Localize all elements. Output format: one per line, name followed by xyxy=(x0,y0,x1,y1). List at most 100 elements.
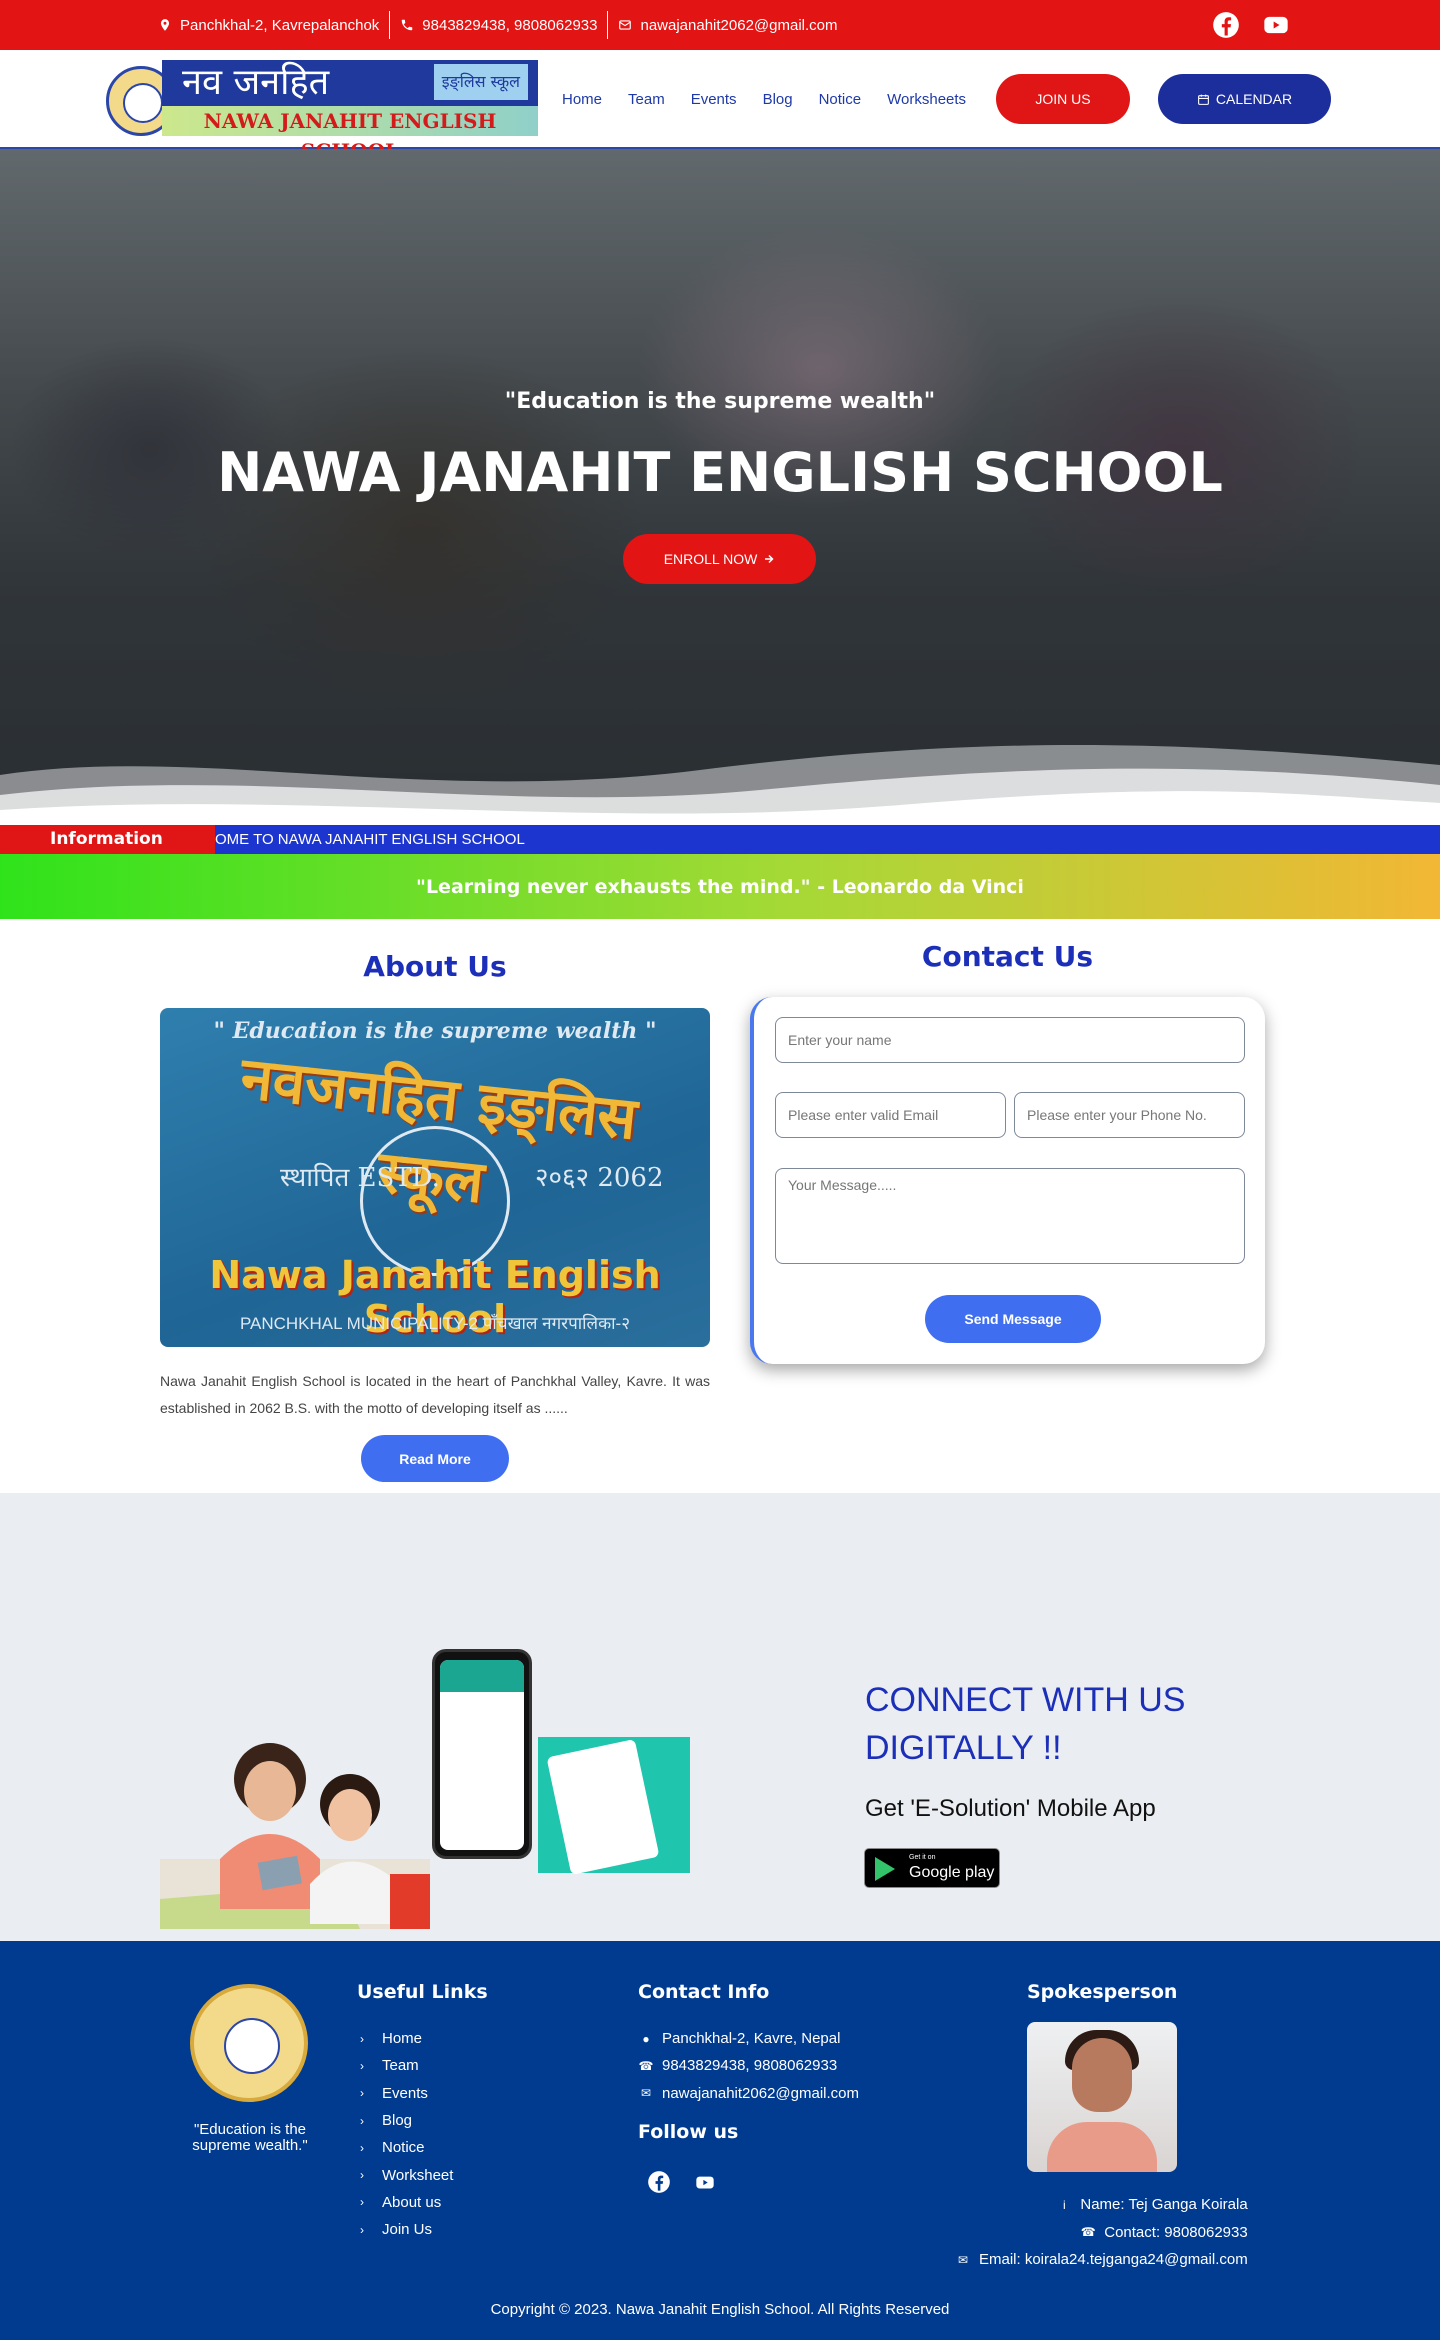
name-field[interactable]: Enter your name xyxy=(775,1017,1245,1063)
phone-icon: ☎ xyxy=(1080,2225,1096,2240)
arrow-right-icon xyxy=(765,554,774,564)
footer-phones: ☎ 9843829438, 9808062933 xyxy=(638,2052,859,2079)
map-pin-icon: ● xyxy=(642,2031,650,2046)
footer-link-worksheet[interactable]: › Worksheet xyxy=(360,2161,453,2188)
top-bar-address: Panchkhal-2, Kavrepalanchok xyxy=(150,17,387,34)
footer-link-label: Team xyxy=(382,2057,419,2075)
hero-quote: "Education is the supreme wealth" xyxy=(504,389,936,414)
footer-address-text: Panchkhal-2, Kavre, Nepal xyxy=(662,2030,841,2048)
google-play-badge[interactable]: Get it on Google play xyxy=(864,1848,1000,1888)
logo-devanagari: नव जनहित इङ्लिस स्कूल xyxy=(162,60,538,106)
top-bar-email[interactable]: nawajanahit2062@gmail.com xyxy=(610,17,845,34)
enroll-now-button[interactable]: ENROLL NOW xyxy=(623,534,816,584)
top-bar-phone: 9843829438, 9808062933 xyxy=(392,17,605,34)
calendar-button[interactable]: CALENDAR xyxy=(1158,74,1331,124)
facebook-icon[interactable] xyxy=(646,2169,672,2195)
footer-link-join[interactable]: › Join Us xyxy=(360,2216,453,2243)
connect-heading: CONNECT WITH US DIGITALLY !! xyxy=(865,1681,1186,1767)
contact-form: Enter your name Please enter valid Email… xyxy=(750,997,1265,1364)
info-ticker: Information OME TO NAWA JANAHIT ENGLISH … xyxy=(0,825,1440,854)
logo-english: NAWA JANAHIT ENGLISH SCHOOL xyxy=(162,106,538,163)
footer-link-label: Blog xyxy=(382,2112,413,2130)
chevron-right-icon: › xyxy=(360,2195,364,2210)
photo-body xyxy=(1047,2122,1157,2172)
facebook-icon[interactable] xyxy=(1212,11,1240,39)
sign-municipality: PANCHKHAL MUNICIPALITY-2 पाँचखाल नगरपालि… xyxy=(239,1314,631,1333)
logo-devanagari-small: इङ्लिस स्कूल xyxy=(433,64,528,100)
envelope-icon: ✉ xyxy=(957,2252,969,2267)
email-field[interactable]: Please enter valid Email xyxy=(775,1092,1006,1138)
hero-banner: "Education is the supreme wealth" NAWA J… xyxy=(0,149,1440,825)
footer-contact-info: ● Panchkhal-2, Kavre, Nepal ☎ 9843829438, … xyxy=(638,2025,860,2107)
footer-link-label: Events xyxy=(382,2084,428,2102)
map-pin-icon xyxy=(160,19,170,31)
footer-link-events[interactable]: › Events xyxy=(360,2080,453,2107)
about-heading: About Us xyxy=(363,950,507,983)
site-logo[interactable]: नव जनहित इङ्लिस स्कूल NAWA JANAHIT ENGLI… xyxy=(106,60,538,163)
chevron-right-icon: › xyxy=(360,2058,364,2073)
useful-links-heading: Useful Links xyxy=(357,1981,488,2003)
divider xyxy=(389,11,391,39)
nav-item-worksheets[interactable]: Worksheets xyxy=(887,91,966,108)
chevron-right-icon: › xyxy=(360,2140,364,2155)
spokesperson-contact-text: Contact: 9808062933 xyxy=(1104,2223,1248,2241)
chevron-right-icon: › xyxy=(360,2086,364,2101)
logo-devanagari-text: नव जनहित xyxy=(182,62,330,103)
footer-link-notice[interactable]: › Notice xyxy=(360,2134,453,2161)
top-bar-email-text: nawajanahit2062@gmail.com xyxy=(640,16,838,34)
app-subheading: Get 'E-Solution' Mobile App xyxy=(865,1795,1156,1822)
read-more-button[interactable]: Read More xyxy=(361,1435,509,1482)
spokesperson-contact: ☎ Contact: 9808062933 xyxy=(955,2219,1248,2247)
footer-link-team[interactable]: › Team xyxy=(360,2052,453,2079)
send-message-label: Send Message xyxy=(964,1311,1062,1327)
nav-item-team[interactable]: Team xyxy=(628,91,665,108)
footer-link-label: Notice xyxy=(382,2139,425,2157)
spokesperson-email[interactable]: ✉ Email: koirala24.tejganga24@gmail.com xyxy=(955,2246,1248,2274)
send-message-button[interactable]: Send Message xyxy=(925,1295,1101,1343)
sign-estd-right: २०६२ 2062 xyxy=(535,1163,664,1193)
app-screens-mockup xyxy=(538,1737,690,1876)
useful-links-list: › Home › Team › Events › Blog › Notice › Works… xyxy=(360,2025,453,2243)
join-us-label: JOIN US xyxy=(1035,91,1091,107)
footer-email[interactable]: ✉ nawajanahit2062@gmail.com xyxy=(638,2080,859,2107)
hero-wave-divider xyxy=(0,745,1440,825)
top-bar-social xyxy=(1212,11,1290,39)
nav-item-notice[interactable]: Notice xyxy=(819,91,862,108)
contact-info-heading: Contact Info xyxy=(638,1981,770,2003)
school-sign-image: " Education is the supreme wealth " नवजन… xyxy=(160,1008,710,1347)
message-field[interactable]: Your Message..... xyxy=(775,1168,1245,1264)
youtube-icon[interactable] xyxy=(1262,11,1290,39)
top-bar: Panchkhal-2, Kavrepalanchok 9843829438, … xyxy=(0,0,1440,50)
footer-email-text: nawajanahit2062@gmail.com xyxy=(662,2084,860,2102)
footer-social xyxy=(646,2169,718,2195)
enroll-now-label: ENROLL NOW xyxy=(663,551,758,567)
top-bar-address-text: Panchkhal-2, Kavrepalanchok xyxy=(180,16,380,34)
read-more-label: Read More xyxy=(399,1450,471,1467)
footer-link-about[interactable]: › About us xyxy=(360,2189,453,2216)
footer-link-home[interactable]: › Home xyxy=(360,2025,453,2052)
phone-field[interactable]: Please enter your Phone No. xyxy=(1014,1092,1245,1138)
phone-mockup xyxy=(432,1649,532,1859)
calendar-icon xyxy=(1197,94,1209,105)
youtube-icon[interactable] xyxy=(692,2169,718,2195)
phone-icon: ☎ xyxy=(638,2058,654,2073)
copyright-text: Copyright © 2023. Nawa Janahit English S… xyxy=(490,2301,950,2318)
nav-item-blog[interactable]: Blog xyxy=(763,91,793,108)
follow-us-heading: Follow us xyxy=(638,2121,739,2143)
main-navbar: नव जनहित इङ्लिस स्कूल NAWA JANAHIT ENGLI… xyxy=(0,50,1440,163)
footer-link-blog[interactable]: › Blog xyxy=(360,2107,453,2134)
footer-link-label: Home xyxy=(382,2030,423,2048)
join-us-button[interactable]: JOIN US xyxy=(996,74,1130,124)
footer-seal-icon xyxy=(190,1984,308,2102)
spokesperson-email-text: Email: koirala24.tejganga24@gmail.com xyxy=(979,2251,1248,2269)
app-screen-card xyxy=(546,1738,660,1876)
chevron-right-icon: › xyxy=(360,2113,364,2128)
spokesperson-details: i Name: Tej Ganga Koirala ☎ Contact: 98080… xyxy=(955,2191,1248,2274)
phone-icon xyxy=(402,19,413,31)
nav-item-home[interactable]: Home xyxy=(562,91,602,108)
footer-phones-text: 9843829438, 9808062933 xyxy=(662,2057,838,2075)
google-play-icon xyxy=(875,1857,895,1881)
spokesperson-name-text: Name: Tej Ganga Koirala xyxy=(1080,2196,1248,2214)
footer-tagline: "Education is the supreme wealth." xyxy=(192,2121,308,2154)
nav-item-events[interactable]: Events xyxy=(691,91,737,108)
